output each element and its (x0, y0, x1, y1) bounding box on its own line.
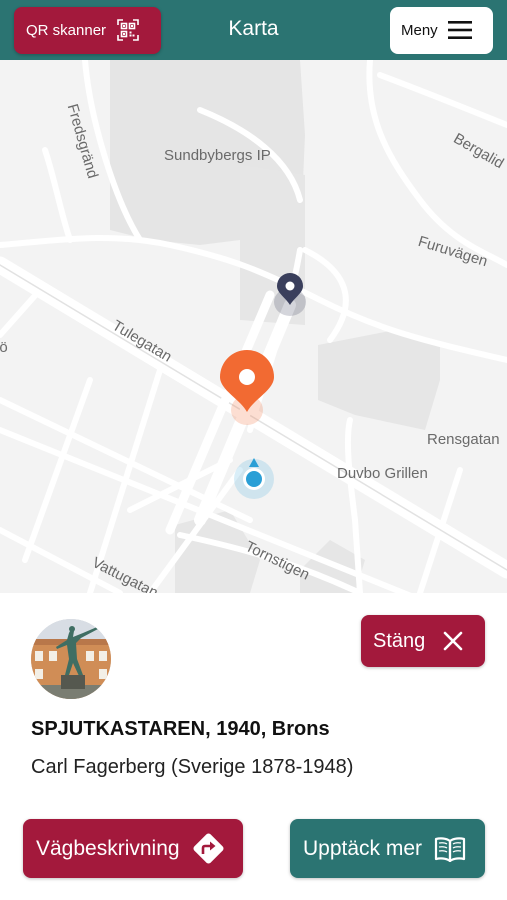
discover-more-label: Upptäck mer (303, 837, 423, 860)
menu-button[interactable]: Meny (390, 7, 493, 54)
artwork-title: SPJUTKASTAREN, 1940, Brons (31, 718, 330, 740)
discover-more-button[interactable]: Upptäck mer (290, 819, 485, 878)
menu-label: Meny (401, 22, 438, 39)
map-label-rensgatan: Rensgatan (427, 431, 500, 448)
close-label: Stäng (373, 630, 426, 652)
close-button[interactable]: Stäng (361, 615, 485, 667)
map-view[interactable]: Fredsgränd Sundbybergs IP Bergalid Furuv… (0, 60, 507, 593)
location-pin-icon-secondary[interactable] (274, 273, 306, 316)
artwork-panel: Stäng SPJUTKASTAREN, 1940, Brons Carl Fa… (0, 593, 507, 900)
directions-button[interactable]: Vägbeskrivning (23, 819, 243, 878)
directions-icon (193, 833, 224, 864)
location-pin-icon-selected[interactable] (220, 350, 274, 425)
map-label-duvbo-grillen: Duvbo Grillen (337, 465, 428, 482)
book-icon (434, 837, 466, 862)
map-label-sundbybergs-ip: Sundbybergs IP (164, 147, 271, 164)
top-bar: QR skanner Karta Meny (0, 0, 507, 60)
user-location-icon (234, 458, 274, 499)
artwork-thumbnail (31, 619, 111, 699)
artist-name: Carl Fagerberg (Sverige 1878-1948) (31, 756, 354, 778)
directions-label: Vägbeskrivning (36, 837, 180, 860)
close-icon (443, 631, 463, 651)
map-label-jo: jö (0, 339, 8, 356)
menu-icon (448, 21, 472, 39)
